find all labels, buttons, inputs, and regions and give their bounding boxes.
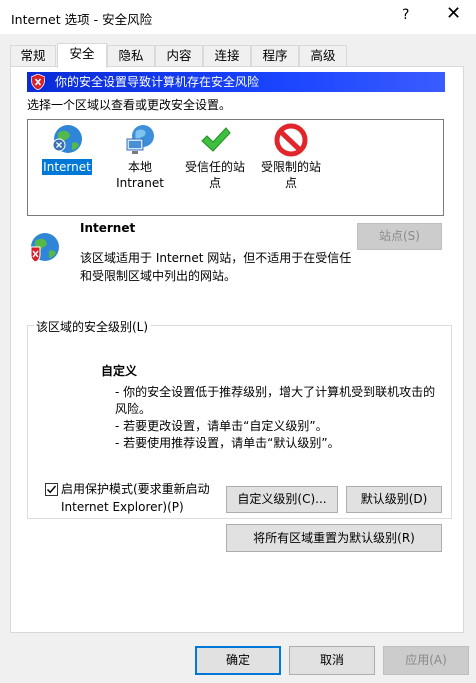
description-line: - 若要更改设置，请单击“自定义级别”。 bbox=[115, 419, 328, 433]
tab-programs[interactable]: 程序 bbox=[251, 45, 299, 67]
window-title: Internet 选项 - 安全风险 bbox=[11, 12, 153, 27]
globe-icon bbox=[52, 125, 82, 153]
zone-internet[interactable]: Internet bbox=[38, 123, 96, 175]
shield-warning-icon bbox=[31, 74, 45, 90]
security-warning-text: 你的安全设置导致计算机存在安全风险 bbox=[55, 75, 260, 89]
zone-label: Internet bbox=[42, 159, 92, 175]
tab-security[interactable]: 安全 bbox=[57, 43, 107, 68]
tab-strip: 常规 安全 隐私 内容 连接 程序 高级 bbox=[0, 43, 476, 68]
tab-general[interactable]: 常规 bbox=[10, 45, 56, 67]
tab-connections[interactable]: 连接 bbox=[203, 45, 251, 67]
description-line: - 若要使用推荐设置，请单击“默认级别”。 bbox=[115, 436, 340, 450]
apply-button[interactable]: 应用(A) bbox=[383, 646, 469, 675]
close-button[interactable]: ✕ bbox=[446, 4, 461, 24]
sites-button[interactable]: 站点(S) bbox=[357, 223, 442, 250]
title-bar: Internet 选项 - 安全风险 ? ✕ bbox=[0, 0, 476, 34]
reset-all-zones-button[interactable]: 将所有区域重置为默认级别(R) bbox=[226, 524, 442, 552]
default-level-button[interactable]: 默认级别(D) bbox=[346, 486, 442, 513]
custom-level-title: 自定义 bbox=[101, 364, 138, 378]
custom-level-description: - 你的安全设置低于推荐级别，增大了计算机受到联机攻击的风险。 - 若要更改设置… bbox=[115, 384, 445, 452]
tab-advanced[interactable]: 高级 bbox=[299, 45, 347, 67]
check-icon bbox=[201, 127, 231, 152]
zone-label: 受限制的站点 bbox=[260, 160, 321, 190]
security-level-label: 该区域的安全级别(L) bbox=[34, 318, 151, 335]
protected-mode-label[interactable]: 启用保护模式(要求重新启动 Internet Explorer)(P) bbox=[61, 480, 231, 516]
help-button[interactable]: ? bbox=[402, 7, 409, 23]
custom-level-button[interactable]: 自定义级别(C)... bbox=[226, 486, 338, 513]
zone-label: 受信任的站点 bbox=[184, 160, 245, 190]
zone-info-description: 该区域适用于 Internet 网站，但不适用于在受信任和受限制区域中列出的网站… bbox=[80, 251, 352, 283]
checkmark-icon bbox=[46, 485, 57, 494]
description-line: - 你的安全设置低于推荐级别，增大了计算机受到联机攻击的风险。 bbox=[115, 385, 436, 416]
zone-info-title: Internet bbox=[80, 221, 136, 235]
cancel-button[interactable]: 取消 bbox=[289, 646, 375, 675]
tab-content[interactable]: 内容 bbox=[155, 45, 203, 67]
zone-select-label: 选择一个区域以查看或更改安全设置。 bbox=[27, 98, 232, 112]
zone-local-intranet[interactable]: 本地 Intranet bbox=[108, 123, 172, 191]
internet-zone-icon bbox=[30, 233, 59, 263]
tab-privacy[interactable]: 隐私 bbox=[107, 45, 155, 67]
zone-list[interactable]: Internet 本地 Intranet 受信任的站点 受限制的站点 bbox=[27, 119, 444, 216]
zone-trusted-sites[interactable]: 受信任的站点 bbox=[180, 123, 250, 191]
restricted-icon bbox=[274, 123, 308, 157]
zone-label: 本地 Intranet bbox=[116, 160, 164, 190]
zone-restricted-sites[interactable]: 受限制的站点 bbox=[256, 123, 326, 191]
protected-mode-checkbox[interactable] bbox=[45, 483, 58, 496]
ok-button[interactable]: 确定 bbox=[195, 646, 281, 675]
security-warning-bar: 你的安全设置导致计算机存在安全风险 bbox=[27, 72, 445, 92]
intranet-icon bbox=[126, 125, 154, 154]
